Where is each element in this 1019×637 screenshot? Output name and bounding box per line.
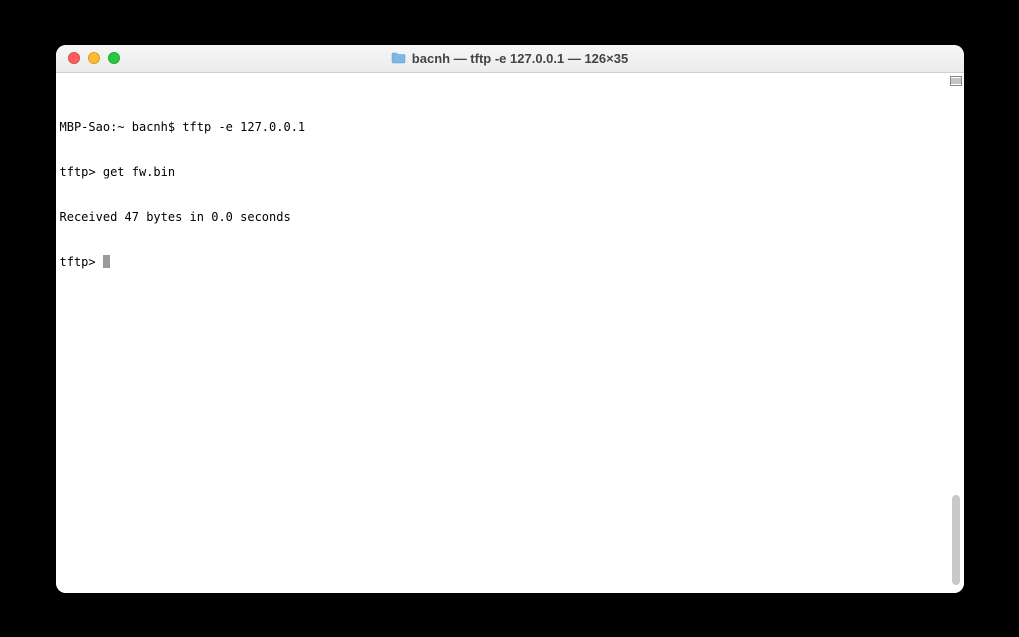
- terminal-window: bacnh — tftp -e 127.0.0.1 — 126×35 MBP-S…: [56, 45, 964, 593]
- titlebar[interactable]: bacnh — tftp -e 127.0.0.1 — 126×35: [56, 45, 964, 73]
- terminal-line: Received 47 bytes in 0.0 seconds: [60, 210, 960, 225]
- scrollbar-thumb[interactable]: [952, 495, 960, 585]
- minimize-button[interactable]: [88, 52, 100, 64]
- window-title: bacnh — tftp -e 127.0.0.1 — 126×35: [412, 51, 628, 66]
- terminal-prompt: tftp>: [60, 255, 103, 269]
- traffic-lights: [56, 52, 120, 64]
- window-title-wrap: bacnh — tftp -e 127.0.0.1 — 126×35: [56, 51, 964, 66]
- terminal-body[interactable]: MBP-Sao:~ bacnh$ tftp -e 127.0.0.1 tftp>…: [56, 73, 964, 593]
- terminal-line: MBP-Sao:~ bacnh$ tftp -e 127.0.0.1: [60, 120, 960, 135]
- maximize-button[interactable]: [108, 52, 120, 64]
- scrollbar-track[interactable]: [948, 73, 962, 593]
- cursor: [103, 255, 110, 268]
- terminal-line: tftp> get fw.bin: [60, 165, 960, 180]
- close-button[interactable]: [68, 52, 80, 64]
- folder-icon: [391, 52, 406, 64]
- terminal-prompt-line: tftp>: [60, 255, 960, 270]
